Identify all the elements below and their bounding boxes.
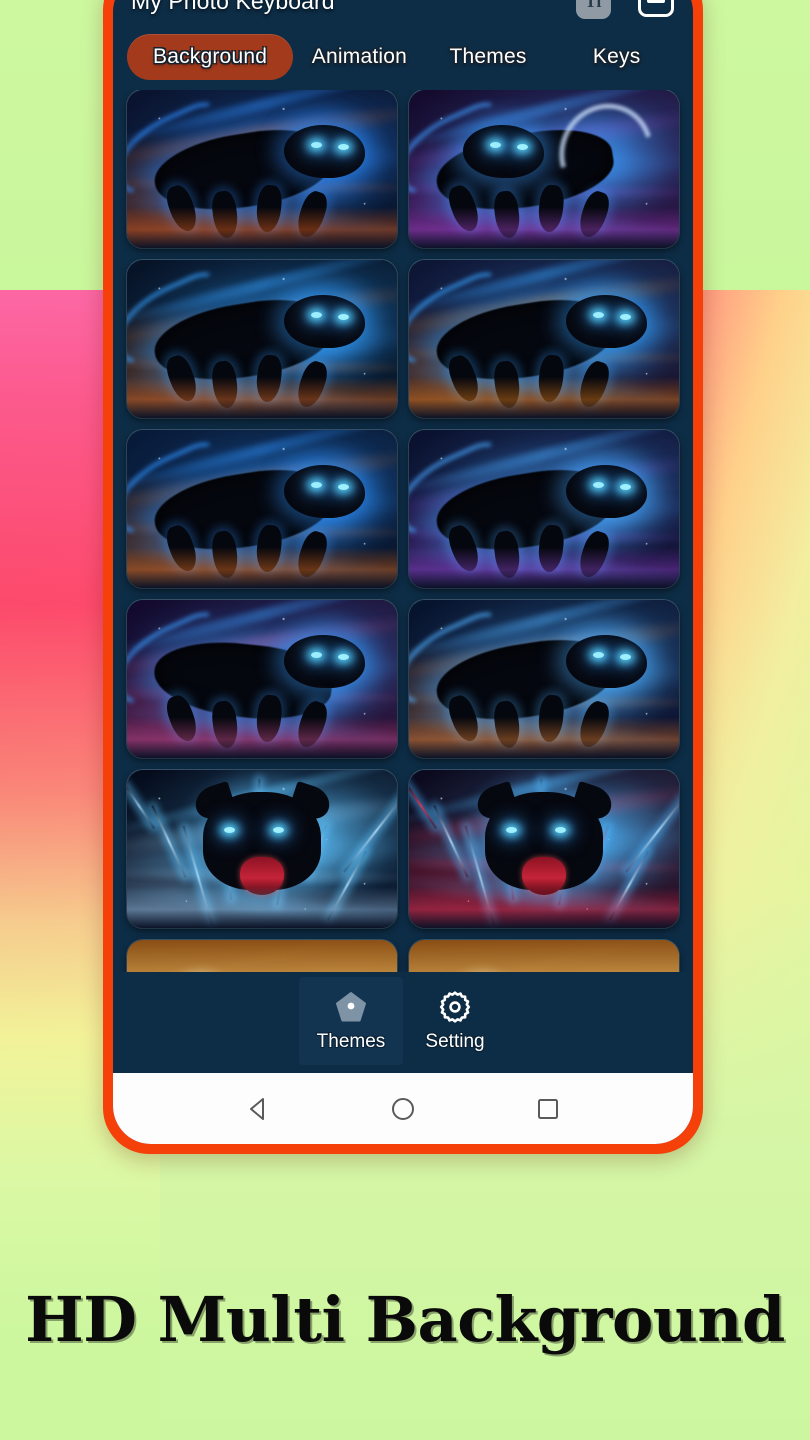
home-circle-icon[interactable]	[386, 1092, 420, 1126]
poster-headline: HD Multi Background	[25, 1283, 785, 1356]
thumbnail-galaxy-panther-swirl[interactable]	[409, 430, 679, 588]
tab-themes[interactable]: Themes	[426, 34, 551, 80]
bottom-navigation-bar: Themes Setting	[113, 972, 693, 1070]
nav-item-themes[interactable]: Themes	[299, 977, 403, 1065]
thumbnail-artwork	[127, 90, 397, 248]
background-thumbnail-grid[interactable]	[113, 90, 693, 1002]
hamburger-menu-icon[interactable]	[637, 0, 675, 18]
thumbnail-cosmic-panther-charging[interactable]	[409, 600, 679, 758]
tab-animation[interactable]: Animation	[297, 34, 422, 80]
thumbnail-artwork	[409, 260, 679, 418]
thumbnail-nebula-panther-crouching[interactable]	[127, 600, 397, 758]
header-actions: Tf	[576, 0, 675, 19]
home-pentagon-icon	[334, 990, 368, 1024]
thumbnail-red-blue-lightning-panther-face[interactable]	[409, 770, 679, 928]
nav-item-setting[interactable]: Setting	[403, 977, 507, 1065]
recents-square-icon[interactable]	[531, 1092, 565, 1126]
tab-background[interactable]: Background	[127, 34, 294, 80]
phone-screen: My Photo Keyboard Tf Background Animatio…	[113, 0, 693, 1144]
thumbnail-artwork	[409, 430, 679, 588]
thumbnail-cosmic-panther-crescent-moon[interactable]	[409, 90, 679, 248]
thumbnail-fire-and-ice-panther[interactable]	[409, 260, 679, 418]
nav-label-setting: Setting	[425, 1030, 485, 1052]
thumbnail-lightning-panther-roaring[interactable]	[127, 770, 397, 928]
font-size-icon[interactable]: Tf	[576, 0, 611, 19]
thumbnail-artwork	[409, 770, 679, 928]
thumbnail-blue-flame-panther-running[interactable]	[127, 430, 397, 588]
thumbnail-artwork	[127, 770, 397, 928]
thumbnail-electric-panther-prowling[interactable]	[127, 260, 397, 418]
back-triangle-icon[interactable]	[241, 1092, 275, 1126]
gear-icon	[438, 990, 472, 1024]
thumbnail-artwork	[409, 90, 679, 248]
thumbnail-artwork	[127, 600, 397, 758]
android-system-navigation-bar	[113, 1070, 693, 1144]
phone-frame: My Photo Keyboard Tf Background Animatio…	[103, 0, 703, 1154]
thumbnail-neon-blue-panther-leaping[interactable]	[127, 90, 397, 248]
nav-label-themes: Themes	[316, 1030, 386, 1052]
app-header: My Photo Keyboard Tf	[113, 0, 693, 28]
thumbnail-artwork	[409, 600, 679, 758]
tab-bar: Background Animation Themes Keys	[113, 28, 693, 90]
tab-keys[interactable]: Keys	[554, 34, 679, 80]
app-title: My Photo Keyboard	[131, 0, 335, 14]
thumbnail-artwork	[127, 260, 397, 418]
thumbnail-artwork	[127, 430, 397, 588]
